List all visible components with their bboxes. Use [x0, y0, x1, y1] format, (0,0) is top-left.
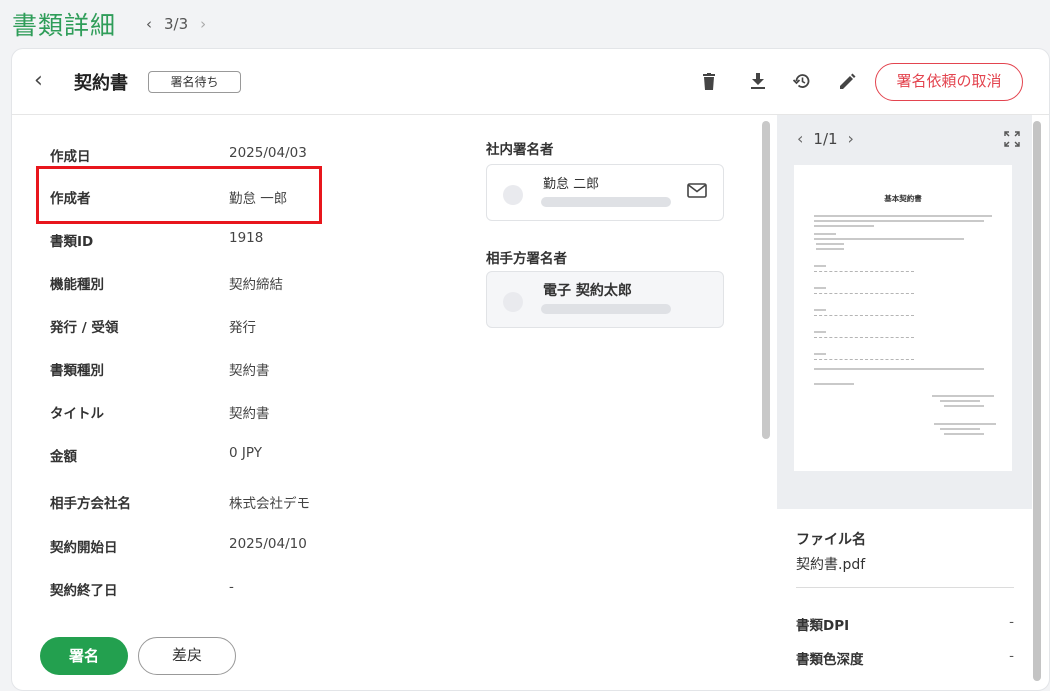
- card-header: ‹ 契約書 署名待ち 署名依頼の取消: [12, 49, 1049, 115]
- return-button[interactable]: 差戻: [138, 637, 236, 675]
- detail-value: 株式会社デモ: [229, 496, 310, 512]
- detail-value: 2025/04/10: [229, 536, 307, 552]
- document-pager: ‹ 3/3 ›: [142, 15, 210, 33]
- document-page-thumbnail[interactable]: 基本契約書: [794, 165, 1012, 471]
- prev-page-icon[interactable]: ‹: [797, 129, 803, 148]
- detail-scrollbar[interactable]: [762, 121, 770, 439]
- color-depth-value: -: [1009, 648, 1014, 664]
- detail-label: 金額: [50, 449, 77, 465]
- document-preview-panel: ‹ 1/1 › 基本契約書: [777, 115, 1032, 509]
- counterparty-signer-card: 電子 契約太郎: [486, 271, 724, 328]
- internal-signer-name: 勤怠 二郎: [543, 177, 600, 192]
- detail-label: タイトル: [50, 406, 104, 422]
- detail-label: 発行 / 受領: [50, 320, 119, 336]
- status-badge: 署名待ち: [148, 71, 241, 93]
- preview-page-count: 1/1: [813, 129, 838, 148]
- detail-label: 書類ID: [50, 234, 94, 250]
- detail-value: 0 JPY: [229, 445, 262, 461]
- detail-value: -: [229, 579, 234, 595]
- detail-value: 1918: [229, 230, 264, 246]
- avatar: [503, 292, 523, 312]
- trash-icon[interactable]: [698, 70, 720, 92]
- file-info-panel: ファイル名 契約書.pdf 書類DPI - 書類色深度 -: [777, 509, 1032, 690]
- page-title: 書類詳細: [12, 11, 117, 40]
- dpi-value: -: [1009, 614, 1014, 630]
- detail-value: 契約書: [229, 406, 270, 422]
- mail-icon[interactable]: [687, 183, 707, 202]
- dpi-label: 書類DPI: [796, 618, 850, 634]
- next-document-icon[interactable]: ›: [196, 15, 210, 33]
- counterparty-signer-name: 電子 契約太郎: [543, 283, 632, 299]
- detail-label: 書類種別: [50, 363, 104, 379]
- page-header: 書類詳細 ‹ 3/3 ›: [12, 4, 210, 44]
- detail-value: 2025/04/03: [229, 145, 307, 161]
- history-icon[interactable]: [791, 70, 813, 92]
- counterparty-signer-label: 相手方署名者: [486, 251, 567, 267]
- cancel-signature-request-button[interactable]: 署名依頼の取消: [875, 63, 1023, 101]
- internal-signer-label: 社内署名者: [486, 142, 554, 158]
- download-icon[interactable]: [747, 70, 769, 92]
- detail-label: 契約終了日: [50, 583, 118, 599]
- document-detail-card: ‹ 契約書 署名待ち 署名依頼の取消 作成日 2025/04/03 作成者 勤怠…: [11, 48, 1050, 691]
- detail-label: 相手方会社名: [50, 496, 131, 512]
- sign-button[interactable]: 署名: [40, 637, 128, 675]
- filename-value: 契約書.pdf: [796, 557, 866, 573]
- divider: [796, 587, 1014, 588]
- document-title: 契約書: [74, 73, 128, 94]
- prev-document-icon[interactable]: ‹: [142, 15, 156, 33]
- avatar: [503, 185, 523, 205]
- document-pager-count: 3/3: [164, 15, 189, 33]
- preview-pager: ‹ 1/1 ›: [797, 129, 854, 148]
- internal-signer-card: 勤怠 二郎: [486, 164, 724, 221]
- detail-label: 作成日: [50, 149, 91, 165]
- creator-highlight-box: [36, 166, 322, 224]
- dpi-row: 書類DPI -: [796, 614, 1014, 634]
- detail-label: 機能種別: [50, 277, 104, 293]
- edit-icon[interactable]: [836, 70, 858, 92]
- color-depth-row: 書類色深度 -: [796, 648, 1014, 668]
- expand-icon[interactable]: [1004, 131, 1020, 151]
- color-depth-label: 書類色深度: [796, 652, 864, 668]
- detail-value: 契約締結: [229, 277, 283, 293]
- detail-value: 発行: [229, 320, 256, 336]
- thumbnail-heading: 基本契約書: [884, 194, 922, 203]
- filename-label: ファイル名: [796, 532, 866, 548]
- redacted-email: [541, 304, 671, 314]
- page-scrollbar[interactable]: [1033, 121, 1041, 681]
- redacted-email: [541, 197, 671, 207]
- next-page-icon[interactable]: ›: [848, 129, 854, 148]
- back-icon[interactable]: ‹: [34, 69, 43, 93]
- detail-label: 契約開始日: [50, 540, 118, 556]
- detail-value: 契約書: [229, 363, 270, 379]
